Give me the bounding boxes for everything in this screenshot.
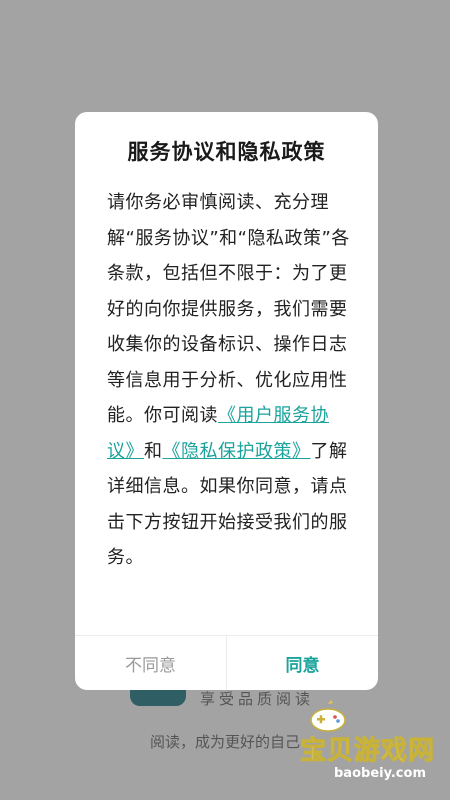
splash-slogan: 享受品质阅读 [200,690,315,708]
watermark-url: baobeiy.com [334,766,426,781]
game-controller-icon [310,700,346,732]
dialog-footer: 不同意 同意 [75,635,378,690]
privacy-policy-link[interactable]: 《隐私保护政策》 [163,441,311,462]
disagree-button[interactable]: 不同意 [75,636,227,690]
privacy-dialog: 服务协议和隐私政策 请你务必审慎阅读、充分理解“服务协议”和“隐私政策”各条款，… [75,112,378,690]
dialog-title: 服务协议和隐私政策 [127,140,326,164]
watermark-text: 宝贝游戏网 [299,736,436,767]
dialog-body: 请你务必审慎阅读、充分理解“服务协议”和“隐私政策”各条款，包括但不限于：为了更… [107,185,356,576]
body-text-intro: 请你务必审慎阅读、充分理解“服务协议”和“隐私政策”各条款，包括但不限于：为了更… [107,192,350,426]
body-text-and: 和 [144,440,163,462]
watermark: 宝贝游戏网 baobeiy.com [299,700,440,790]
agree-button[interactable]: 同意 [227,636,378,690]
